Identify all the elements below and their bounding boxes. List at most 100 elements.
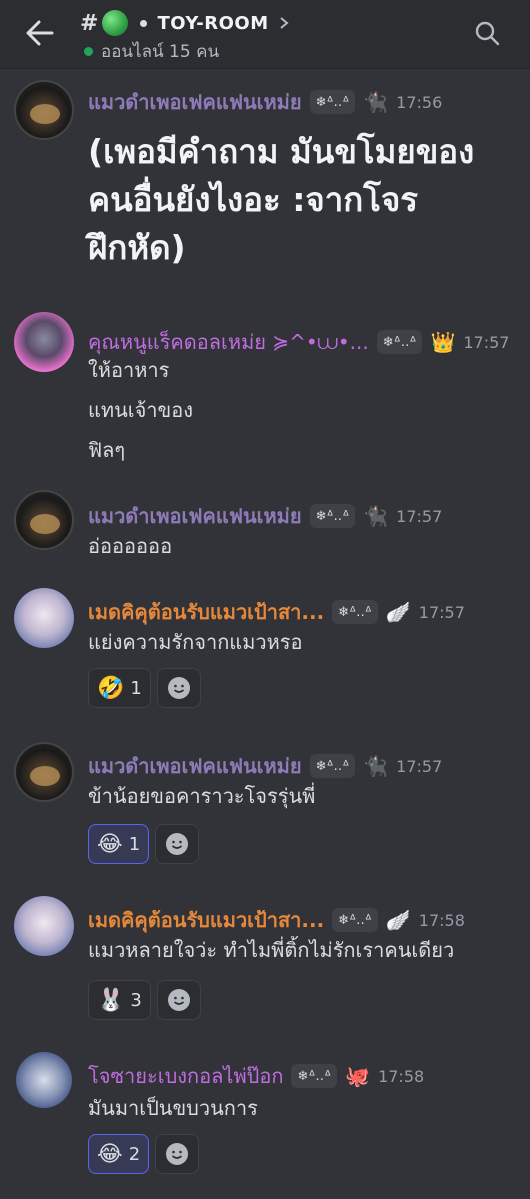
- avatar[interactable]: [14, 742, 74, 802]
- reaction-button[interactable]: 🐰 3: [88, 980, 151, 1020]
- online-count: ออนไลน์ 15 คน: [101, 42, 220, 62]
- message-text: อ่ออออออ: [88, 534, 173, 558]
- author-name[interactable]: คุณหนูแร็คดอลเหม่ย ≽^•⩊•...: [88, 326, 369, 358]
- guild-tag[interactable]: ❄ᐞ‥ᐞ: [332, 600, 378, 624]
- tag-label: ❄ᐞ‥ᐞ: [338, 912, 372, 928]
- guild-tag[interactable]: ❄ᐞ‥ᐞ: [309, 754, 356, 778]
- message[interactable]: แมวดำเพอเฟคแฟนเหม่ย ❄ᐞ‥ᐞ 🐈‍⬛ 17:57 ข้าน้…: [0, 742, 530, 872]
- author-name[interactable]: แมวดำเพอเฟคแฟนเหม่ย: [88, 86, 302, 118]
- bunny-sticker-icon: 🐰: [97, 987, 125, 1013]
- message-text: ให้อาหาร: [88, 358, 170, 382]
- add-reaction-button[interactable]: [156, 668, 201, 708]
- message-text: (เพอมีคำถาม มันขโมยของคนอื่นยังไงอะ :จาก…: [88, 132, 475, 267]
- avatar[interactable]: [14, 312, 74, 372]
- tag-label: ❄ᐞ‥ᐞ: [315, 758, 350, 774]
- timestamp: 17:56: [396, 92, 443, 112]
- message-text: แย่งความรักจากแมวหรอ: [88, 630, 303, 654]
- timestamp: 17:57: [463, 332, 510, 352]
- back-arrow-icon[interactable]: [24, 18, 56, 48]
- timestamp: 17:58: [378, 1066, 425, 1086]
- reaction-bar: 🤣 1: [88, 668, 201, 708]
- author-name[interactable]: แมวดำเพอเฟคแฟนเหม่ย: [88, 500, 302, 532]
- message-text: ฟิลๆ: [88, 438, 126, 462]
- message-header: โจซายะเบงกอลไพ่ป๊อก ❄ᐞ‥ᐞ 🐙 17:58: [88, 1060, 424, 1092]
- add-reaction-button[interactable]: [155, 824, 200, 864]
- message-text: แทนเจ้าของ: [88, 398, 193, 422]
- reaction-bar: 😂 2: [88, 1134, 200, 1174]
- online-status: ออนไลน์ 15 คน: [84, 38, 219, 65]
- author-name[interactable]: โจซายะเบงกอลไพ่ป๊อก: [88, 1060, 283, 1092]
- avatar[interactable]: [16, 1052, 72, 1108]
- message-header: เมดคิคุต้อนรับแมวเป้าสา... ❄ᐞ‥ᐞ 🪽 17:57: [88, 596, 465, 628]
- separator-dot: [140, 19, 148, 27]
- reaction-button[interactable]: 😂 1: [88, 824, 150, 864]
- reaction-count: 3: [130, 989, 142, 1011]
- message[interactable]: คุณหนูแร็คดอลเหม่ย ≽^•⩊•... ❄ᐞ‥ᐞ 👑 17:57…: [0, 312, 530, 472]
- role-icon: 🐈‍⬛: [363, 504, 389, 528]
- add-reaction-button[interactable]: [156, 980, 201, 1020]
- message[interactable]: โจซายะเบงกอลไพ่ป๊อก ❄ᐞ‥ᐞ 🐙 17:58 มันมาเป…: [0, 1052, 530, 1182]
- crown-icon: 👑: [430, 330, 456, 354]
- guild-tag[interactable]: ❄ᐞ‥ᐞ: [309, 90, 356, 114]
- role-icon: 🐈‍⬛: [363, 754, 389, 778]
- message-header: แมวดำเพอเฟคแฟนเหม่ย ❄ᐞ‥ᐞ 🐈‍⬛ 17:57: [88, 750, 442, 782]
- tag-label: ❄ᐞ‥ᐞ: [315, 94, 350, 110]
- wing-icon: 🪽: [385, 908, 411, 932]
- message-text: ข้าน้อยขอคาราวะโจรรุ่นพี่: [88, 784, 316, 808]
- reaction-count: 2: [128, 1143, 141, 1165]
- author-name[interactable]: เมดคิคุต้อนรับแมวเป้าสา...: [88, 904, 324, 936]
- reaction-count: 1: [130, 677, 142, 699]
- reaction-count: 1: [128, 833, 141, 855]
- chevron-right-icon: [279, 17, 289, 29]
- tag-label: ❄ᐞ‥ᐞ: [382, 334, 417, 350]
- add-reaction-button[interactable]: [155, 1134, 200, 1174]
- rofl-emoji-icon: 🤣: [97, 675, 125, 701]
- reaction-button[interactable]: 🤣 1: [88, 668, 151, 708]
- joy-emoji-icon: 😂: [97, 1141, 123, 1167]
- message-header: เมดคิคุต้อนรับแมวเป้าสา... ❄ᐞ‥ᐞ 🪽 17:58: [88, 904, 465, 936]
- guild-tag[interactable]: ❄ᐞ‥ᐞ: [309, 504, 356, 528]
- message-text: แมวหลายใจว่ะ ทำไมพี่ติ้กไม่รักเราคนเดียว: [88, 938, 455, 962]
- tag-label: ❄ᐞ‥ᐞ: [297, 1068, 332, 1084]
- smiley-icon: [166, 1143, 189, 1165]
- channel-title[interactable]: # TOY-ROOM: [80, 10, 289, 36]
- reaction-bar: 😂 1: [88, 824, 200, 864]
- author-name[interactable]: แมวดำเพอเฟคแฟนเหม่ย: [88, 750, 302, 782]
- message[interactable]: เมดคิคุต้อนรับแมวเป้าสา... ❄ᐞ‥ᐞ 🪽 17:58 …: [0, 896, 530, 1026]
- smiley-icon: [167, 677, 190, 699]
- guild-tag[interactable]: ❄ᐞ‥ᐞ: [291, 1064, 338, 1088]
- joy-emoji-icon: 😂: [97, 831, 123, 857]
- channel-header: # TOY-ROOM ออนไลน์ 15 คน: [0, 0, 530, 69]
- message[interactable]: แมวดำเพอเฟคแฟนเหม่ย ❄ᐞ‥ᐞ 🐈‍⬛ 17:57 อ่อออ…: [0, 490, 530, 570]
- message[interactable]: แมวดำเพอเฟคแฟนเหม่ย ❄ᐞ‥ᐞ 🐈‍⬛ 17:56 (เพอม…: [0, 80, 530, 280]
- search-icon[interactable]: [474, 20, 500, 46]
- timestamp: 17:57: [396, 506, 443, 526]
- wing-icon: 🪽: [385, 600, 411, 624]
- guild-tag[interactable]: ❄ᐞ‥ᐞ: [376, 330, 423, 354]
- timestamp: 17:57: [418, 602, 465, 622]
- channel-hash-icon: #: [80, 10, 99, 36]
- online-dot-icon: [84, 47, 93, 56]
- channel-name: TOY-ROOM: [157, 12, 269, 34]
- message-header: แมวดำเพอเฟคแฟนเหม่ย ❄ᐞ‥ᐞ 🐈‍⬛ 17:57: [88, 500, 442, 532]
- role-icon: 🐙: [345, 1064, 371, 1088]
- avatar[interactable]: [14, 80, 74, 140]
- avatar[interactable]: [14, 490, 74, 550]
- guild-tag[interactable]: ❄ᐞ‥ᐞ: [332, 908, 378, 932]
- message-header: แมวดำเพอเฟคแฟนเหม่ย ❄ᐞ‥ᐞ 🐈‍⬛ 17:56: [88, 86, 442, 118]
- yarn-ball-icon: [102, 10, 129, 36]
- tag-label: ❄ᐞ‥ᐞ: [315, 508, 350, 524]
- smiley-icon: [167, 989, 190, 1011]
- reaction-button[interactable]: 😂 2: [88, 1134, 150, 1174]
- role-icon: 🐈‍⬛: [363, 90, 389, 114]
- avatar[interactable]: [14, 896, 74, 956]
- message-header: คุณหนูแร็คดอลเหม่ย ≽^•⩊•... ❄ᐞ‥ᐞ 👑 17:57: [88, 326, 509, 358]
- message-text: มันมาเป็นขบวนการ: [88, 1096, 258, 1120]
- timestamp: 17:57: [396, 756, 443, 776]
- message[interactable]: เมดคิคุต้อนรับแมวเป้าสา... ❄ᐞ‥ᐞ 🪽 17:57 …: [0, 588, 530, 718]
- author-name[interactable]: เมดคิคุต้อนรับแมวเป้าสา...: [88, 596, 324, 628]
- tag-label: ❄ᐞ‥ᐞ: [338, 604, 372, 620]
- smiley-icon: [166, 833, 189, 855]
- reaction-bar: 🐰 3: [88, 980, 201, 1020]
- avatar[interactable]: [14, 588, 74, 648]
